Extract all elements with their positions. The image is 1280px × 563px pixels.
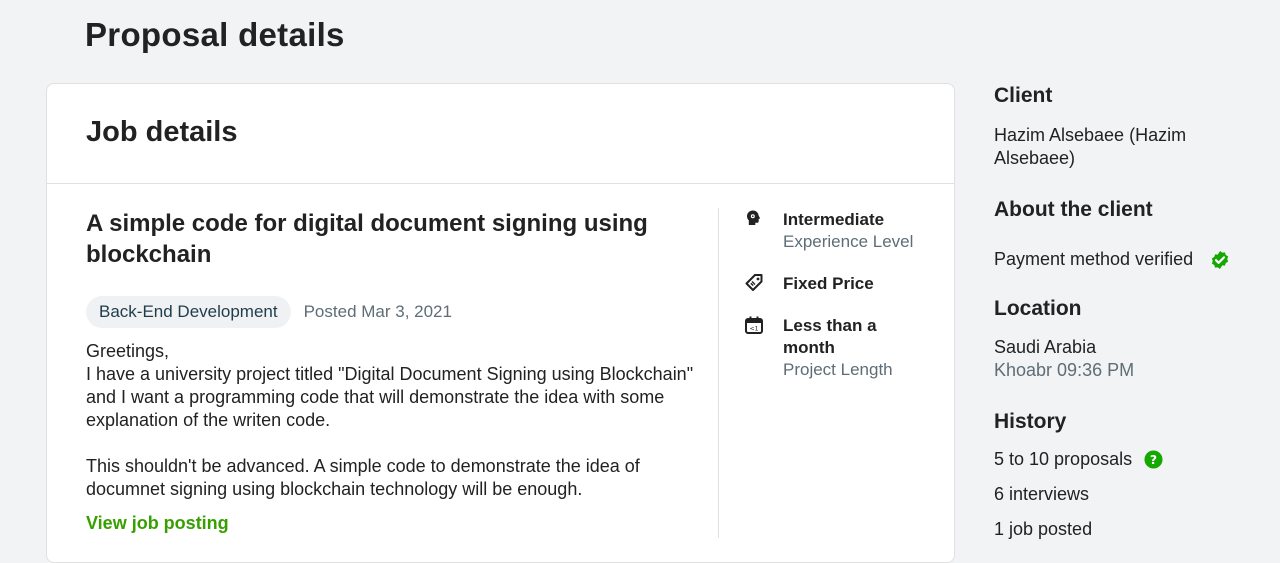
location-heading: Location bbox=[994, 297, 1082, 320]
description-line: This shouldn't be advanced. A simple cod… bbox=[86, 456, 640, 499]
interviews-count: 6 interviews bbox=[994, 484, 1090, 504]
client-local-time: Khoabr 09:36 PM bbox=[994, 360, 1135, 380]
feature-length: <1 Less than a month Project Length bbox=[744, 315, 944, 381]
client-country: Saudi Arabia bbox=[994, 337, 1097, 357]
job-details-card: Job details A simple code for digital do… bbox=[46, 83, 955, 563]
description-line: Greetings, bbox=[86, 341, 170, 361]
payment-row: Payment method verified bbox=[994, 248, 1264, 271]
job-main: A simple code for digital document signi… bbox=[86, 208, 718, 534]
price-value: Fixed Price bbox=[783, 274, 874, 293]
experience-level-icon bbox=[744, 209, 764, 229]
help-icon[interactable]: ? bbox=[1144, 450, 1163, 469]
card-header: Job details bbox=[47, 84, 954, 184]
svg-text:<1: <1 bbox=[750, 326, 759, 333]
history-heading: History bbox=[994, 410, 1067, 433]
price-tag-icon bbox=[744, 273, 764, 293]
client-sidebar: Client Hazim Alsebaee (Hazim Alsebaee) A… bbox=[994, 84, 1264, 541]
category-pill[interactable]: Back-End Development bbox=[86, 296, 291, 328]
view-job-posting-link[interactable]: View job posting bbox=[86, 513, 229, 534]
proposals-row: 5 to 10 proposals ? bbox=[994, 448, 1264, 471]
card-title: Job details bbox=[86, 116, 238, 148]
feature-experience: Intermediate Experience Level bbox=[744, 209, 944, 253]
job-title: A simple code for digital document signi… bbox=[86, 210, 648, 268]
posted-date: Posted Mar 3, 2021 bbox=[303, 302, 452, 321]
description-line: I have a university project titled "Digi… bbox=[86, 364, 694, 430]
feature-price: Fixed Price bbox=[744, 273, 944, 295]
job-features: Intermediate Experience Level Fixed Pric… bbox=[744, 209, 944, 401]
client-name: Hazim Alsebaee (Hazim Alsebaee) bbox=[994, 125, 1187, 168]
page-title: Proposal details bbox=[85, 16, 345, 53]
length-value: Less than a month bbox=[783, 316, 877, 357]
job-description: Greetings, I have a university project t… bbox=[86, 340, 718, 501]
experience-value: Intermediate bbox=[783, 210, 885, 229]
payment-verified-text: Payment method verified bbox=[994, 249, 1194, 269]
calendar-icon: <1 bbox=[744, 315, 764, 335]
job-meta: Back-End Development Posted Mar 3, 2021 bbox=[86, 296, 718, 328]
proposals-count: 5 to 10 proposals bbox=[994, 449, 1133, 469]
verified-check-icon bbox=[1210, 250, 1230, 270]
length-label: Project Length bbox=[783, 360, 893, 379]
experience-label: Experience Level bbox=[783, 232, 914, 251]
jobs-posted-count: 1 job posted bbox=[994, 519, 1093, 539]
svg-text:?: ? bbox=[1150, 453, 1157, 467]
vertical-divider bbox=[718, 208, 719, 538]
client-heading: Client bbox=[994, 84, 1053, 107]
about-client-heading: About the client bbox=[994, 198, 1153, 221]
